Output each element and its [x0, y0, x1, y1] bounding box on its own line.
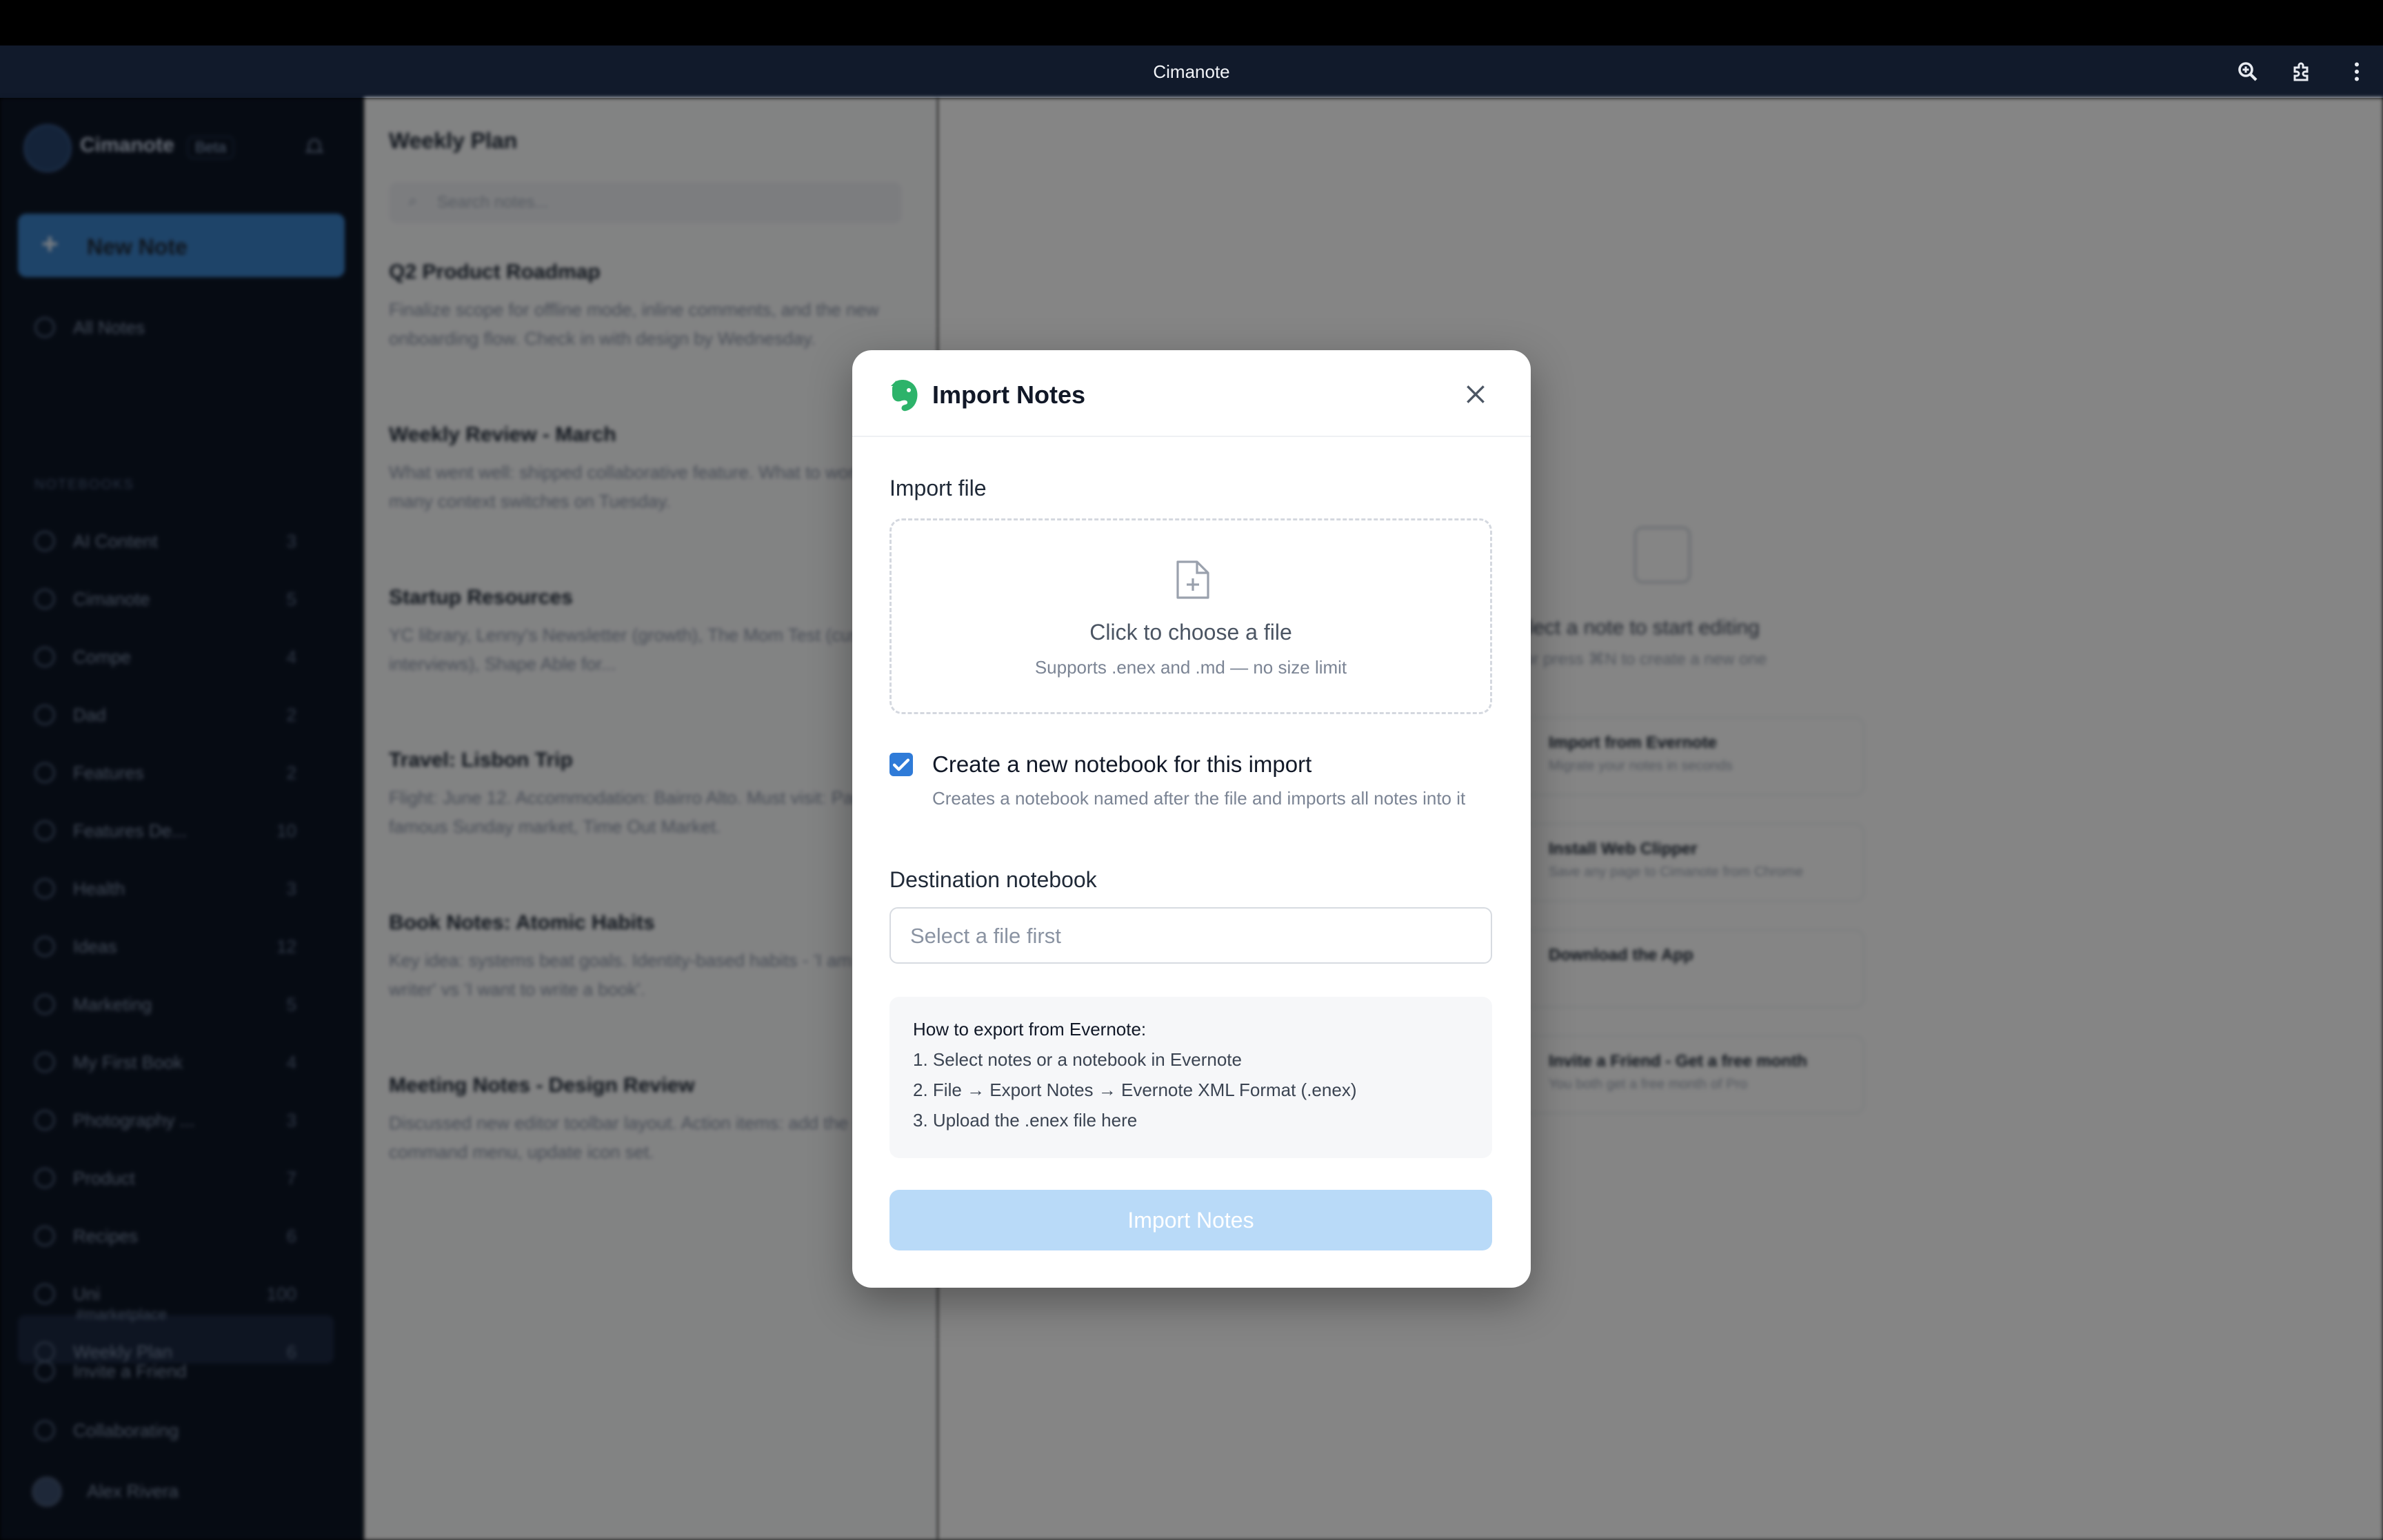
top-black-bar [0, 0, 2383, 45]
window-title: Cimanote [1153, 61, 1230, 82]
dialog-title: Import Notes [932, 381, 1086, 409]
close-icon[interactable] [1462, 381, 1489, 408]
extension-icon[interactable] [2291, 59, 2315, 84]
import-notes-button[interactable]: Import Notes [889, 1190, 1492, 1250]
more-vertical-icon[interactable] [2344, 59, 2369, 84]
destination-placeholder: Select a file first [910, 924, 1061, 948]
help-step: 3. Upload the .enex file here [913, 1110, 1138, 1131]
import-file-label: Import file [889, 476, 987, 500]
create-notebook-description: Creates a notebook named after the file … [932, 788, 1466, 809]
destination-notebook-select[interactable]: Select a file first [889, 907, 1492, 964]
help-step: 2. File → Export Notes → Evernote XML Fo… [913, 1080, 1357, 1100]
file-dropzone[interactable]: Click to choose a file Supports .enex an… [889, 518, 1492, 714]
dialog-header: Import Notes [852, 350, 1531, 437]
dropzone-title: Click to choose a file [1089, 620, 1292, 645]
export-help-box: How to export from Evernote: 1. Select n… [889, 997, 1492, 1158]
dropzone-subtitle: Supports .enex and .md — no size limit [1034, 657, 1347, 678]
title-bar: Cimanote [0, 45, 2383, 98]
file-plus-icon [1174, 559, 1212, 600]
help-step: 1. Select notes or a notebook in Evernot… [913, 1049, 1242, 1070]
create-notebook-checkbox[interactable] [889, 753, 913, 776]
import-notes-dialog: Import Notes Import file Click to choose… [852, 350, 1531, 1288]
create-notebook-label[interactable]: Create a new notebook for this import [932, 751, 1311, 778]
zoom-icon[interactable] [2235, 59, 2260, 84]
destination-notebook-label: Destination notebook [889, 867, 1097, 892]
evernote-logo-icon [888, 378, 920, 412]
help-heading: How to export from Evernote: [913, 1019, 1147, 1040]
